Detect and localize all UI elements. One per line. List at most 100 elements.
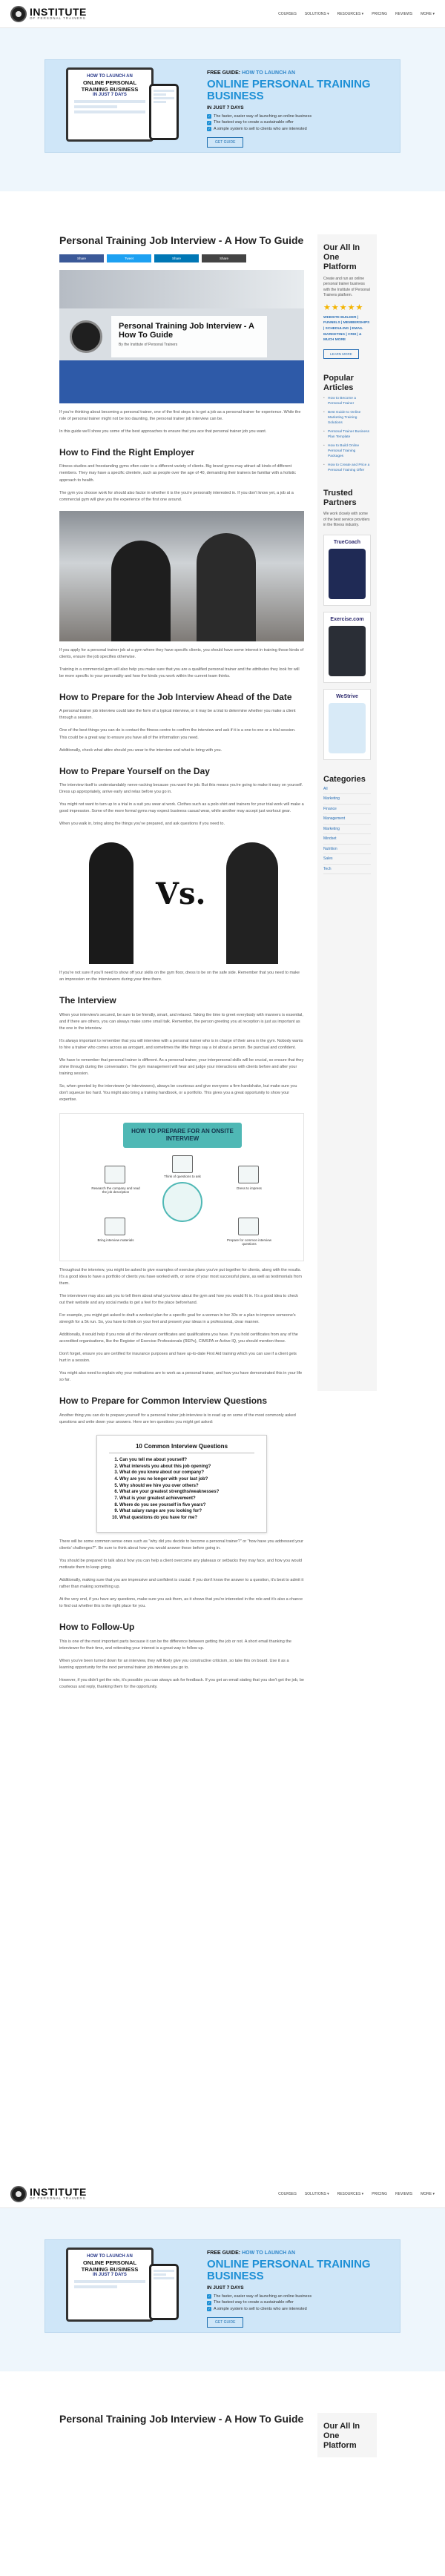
category-link[interactable]: Management [323,816,371,825]
tablet-mockup: HOW TO LAUNCH AN ONLINE PERSONAL TRAININ… [66,2248,154,2322]
tablet-text-bar [74,100,145,104]
category-link[interactable]: Mindset [323,836,371,845]
partner-name: TrueCoach [333,539,361,545]
share-linkedin-button[interactable]: Share [154,254,199,262]
questions-list: Can you tell me about yourself? What int… [109,1457,254,1522]
nav-reviews[interactable]: REVIEWS [395,2192,412,2196]
check-icon: ✓ [207,2307,211,2312]
section-paragraph: At the very end, if you have any questio… [59,1597,303,1609]
main-nav: COURSES SOLUTIONS ▾ RESOURCES ▾ PRICING … [278,12,435,16]
hero-image: Personal Training Job Interview - A How … [59,269,304,403]
share-email-button[interactable]: Share [202,254,246,262]
nav-courses[interactable]: COURSES [278,2192,297,2196]
nav-more[interactable]: MORE ▾ [421,2192,435,2196]
logo-title: INSTITUTE [30,6,87,19]
section-paragraph: When your interview's secured, be sure t… [59,1012,303,1031]
popular-title: Popular Articles [323,373,354,393]
promo-devices-image: HOW TO LAUNCH AN ONLINE PERSONAL TRAININ… [45,2240,198,2332]
partner-ad[interactable]: WeStrive [323,688,371,760]
section-paragraph: A personal trainer job interview could t… [59,709,296,721]
logo-subtitle: OF PERSONAL TRAINERS [30,2196,86,2201]
site-logo[interactable]: INSTITUTE OF PERSONAL TRAINERS [10,5,87,22]
phone-mockup [149,84,179,140]
questions-icon [172,1155,193,1173]
share-twitter-button[interactable]: Tweet [107,254,151,262]
research-icon [105,1165,125,1183]
nav-solutions[interactable]: SOLUTIONS ▾ [305,2192,329,2196]
tablet-line-2: ONLINE PERSONAL TRAINING BUSINESS [81,2259,139,2273]
promo-title: ONLINE PERSONAL TRAINING BUSINESS [207,2258,371,2282]
platform-title: Our All In One Platform [323,2422,360,2451]
section-paragraph: Additionally, it would help if you note … [59,1332,298,1344]
partner-name: Exercise.com [330,616,364,622]
question-item: What do you know about our company? [119,1470,254,1476]
popular-article-link[interactable]: How to Become a Personal Trainer [323,397,371,407]
nav-more[interactable]: MORE ▾ [421,12,435,16]
article-content: Personal Training Job Interview - A How … [59,234,304,1691]
tablet-line-1: HOW TO LAUNCH AN [87,74,133,79]
popular-article-link[interactable]: Personal Trainer Business Plan Template [323,430,371,440]
category-link[interactable]: All [323,787,371,795]
nav-pricing[interactable]: PRICING [372,2192,387,2196]
promo-section: HOW TO LAUNCH AN ONLINE PERSONAL TRAININ… [0,2208,445,2371]
vs-label: Vs. [156,876,206,912]
partner-ad[interactable]: TrueCoach [323,534,371,606]
nav-resources[interactable]: RESOURCES ▾ [337,12,364,16]
phone-mockup [149,2264,179,2320]
section-heading: How to Follow-Up [59,1622,135,1633]
get-guide-button[interactable]: GET GUIDE [207,136,244,148]
question-item: What interests you about this job openin… [119,1464,254,1470]
promo-check-text: A simple system to sell to clients who a… [214,127,307,132]
promo-check-item: ✓ A simple system to sell to clients who … [207,126,391,133]
section-paragraph: We have to remember that personal traine… [59,1058,304,1077]
share-facebook-button[interactable]: Share [59,254,104,262]
nav-courses[interactable]: COURSES [278,12,297,16]
platform-description: Create and run an online personal traine… [323,276,370,298]
section-paragraph: One of the best things you can do is con… [59,728,296,740]
nav-pricing[interactable]: PRICING [372,12,387,16]
promo-check-item: ✓ The fastest way to create a sustainable… [207,2299,391,2306]
promo-banner: HOW TO LAUNCH AN ONLINE PERSONAL TRAININ… [44,2239,400,2333]
phone-text-bar [154,2273,166,2276]
category-link[interactable]: Finance [323,807,371,815]
suit-vs-gym-image: Vs. [59,835,304,965]
article-title: Personal Training Job Interview - A How … [59,2413,304,2425]
category-link[interactable]: Marketing [323,796,371,805]
promo-eyebrow: FREE GUIDE: HOW TO LAUNCH AN [207,70,391,76]
popular-article-link[interactable]: How to Build Online Personal Training Pa… [323,444,371,460]
tablet-line-2: ONLINE PERSONAL TRAINING BUSINESS [81,79,139,93]
popular-article-link[interactable]: How to Create and Price a Personal Train… [323,463,371,474]
promo-days: IN JUST 7 DAYS [207,2285,244,2291]
sidebar: Our All In One Platform Create and run a… [317,234,377,1391]
nav-resources[interactable]: RESOURCES ▾ [337,2192,364,2196]
diagram-label: Prepare for common interview questions [226,1238,272,1246]
site-logo[interactable]: INSTITUTE OF PERSONAL TRAINERS [10,2185,87,2202]
section-paragraph: When you've been turned down for an inte… [59,1658,289,1670]
section-heading: How to Prepare for the Job Interview Ahe… [59,691,292,702]
category-link[interactable]: Sales [323,856,371,865]
phone-text-bar [154,2277,174,2279]
promo-devices-image: HOW TO LAUNCH AN ONLINE PERSONAL TRAININ… [45,60,198,152]
article-title: Personal Training Job Interview - A How … [59,234,304,246]
partner-ad[interactable]: Exercise.com [323,611,371,683]
get-guide-button[interactable]: GET GUIDE [207,2316,244,2328]
nav-reviews[interactable]: REVIEWS [395,12,412,16]
promo-check-text: The faster, easier way of launching an o… [214,113,312,119]
promo-check-text: The faster, easier way of launching an o… [214,2293,312,2299]
intro-paragraph: If you're thinking about becoming a pers… [59,409,301,421]
section-paragraph: If you apply for a personal trainer job … [59,647,304,659]
promo-eyebrow-accent: HOW TO LAUNCH AN [242,70,296,76]
nav-solutions[interactable]: SOLUTIONS ▾ [305,12,329,16]
section-paragraph: You might also need to explain why your … [59,1371,303,1383]
popular-article-link[interactable]: Best Guide to Online Marketing Training … [323,411,371,426]
diagram-label: Bring interview materials [97,1238,134,1242]
learn-more-button[interactable]: LEARN MORE [323,349,359,359]
hero-laptop-photo [59,269,304,308]
promo-checklist: ✓ The faster, easier way of launching an … [207,2293,391,2313]
repeated-page-top: INSTITUTE OF PERSONAL TRAINERS COURSES S… [0,2180,445,2457]
hero-subtitle: By the Institute of Personal Trainers [119,343,178,348]
category-link[interactable]: Marketing [323,827,371,835]
category-link[interactable]: Tech [323,867,371,875]
site-header: INSTITUTE OF PERSONAL TRAINERS COURSES S… [0,0,445,28]
category-link[interactable]: Nutrition [323,847,371,855]
